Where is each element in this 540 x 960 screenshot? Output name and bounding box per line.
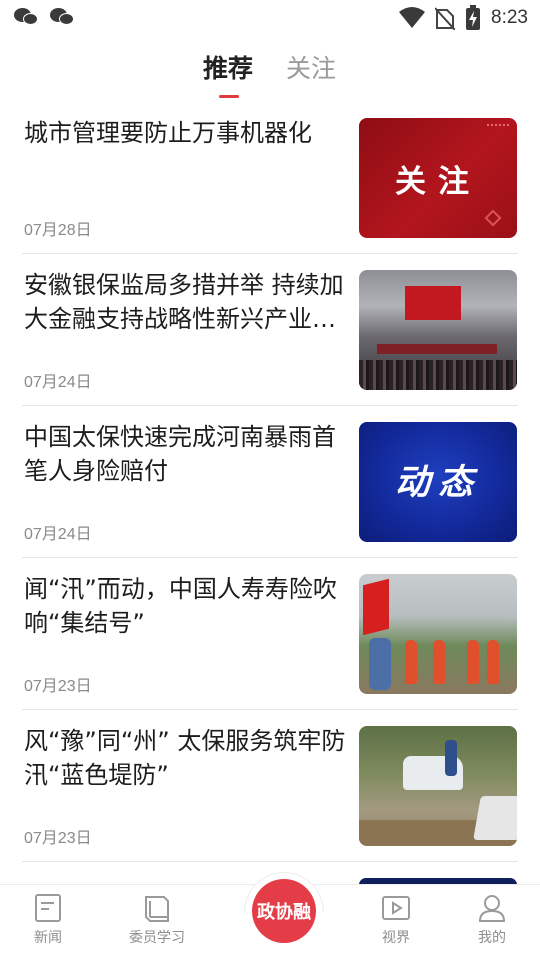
decoration [445,740,457,776]
nav-study[interactable]: 委员学习 [117,893,197,947]
article-title[interactable]: 中国太保快速完成河南暴雨首笔人身险赔付 [24,420,348,488]
list-item[interactable]: 闻“汛”而动，中国人寿寿险吹响“集结号” 07月23日 [0,558,540,710]
wifi-icon [399,7,426,28]
video-icon [382,896,410,920]
article-title[interactable]: 风“豫”同“州” 太保服务筑牢防汛“蓝色堤防” [24,724,348,792]
article-thumbnail[interactable] [359,726,517,846]
bottom-nav: 新闻 委员学习 政协融 视界 我的 [0,872,540,960]
status-bar: 8:23 [0,0,540,36]
notification-icons [14,6,76,28]
nav-news-label: 新闻 [34,930,62,946]
article-title[interactable]: 城市管理要防止万事机器化 [24,116,348,150]
nav-study-label: 委员学习 [129,930,185,946]
list-item[interactable]: 中国太保快速完成河南暴雨首笔人身险赔付 07月24日 动态 [0,406,540,558]
article-thumbnail[interactable] [359,270,517,390]
battery-charging-icon [466,5,481,30]
nav-news[interactable]: 新闻 [8,893,88,947]
article-date: 07月24日 [24,374,92,391]
decoration [487,640,499,684]
news-icon [35,894,61,922]
decoration [467,640,479,684]
list-item[interactable]: 风“豫”同“州” 太保服务筑牢防汛“蓝色堤防” 07月23日 [0,710,540,862]
article-thumbnail[interactable]: 动态 [359,422,517,542]
user-icon [478,895,506,922]
thumbnail-text: 动态 [394,463,481,503]
wechat-icon [50,6,76,28]
decoration [377,344,497,354]
decoration [359,360,517,390]
article-date: 07月28日 [24,222,92,239]
tab-following[interactable]: 关注 [286,50,336,88]
article-date: 07月23日 [24,678,92,695]
wechat-icon [14,6,40,28]
list-item[interactable]: 安徽银保监局多措并举 持续加大金融支持战略性新兴产业发展 07月24日 [0,254,540,406]
decoration [363,578,389,636]
decoration [369,638,391,690]
nav-mine-label: 我的 [478,930,506,946]
decoration [473,796,517,840]
book-icon [145,896,169,922]
article-title[interactable]: 闻“汛”而动，中国人寿寿险吹响“集结号” [24,572,348,640]
article-thumbnail[interactable] [359,574,517,694]
active-tab-indicator [219,95,239,98]
nav-mine[interactable]: 我的 [452,893,532,947]
decoration [405,286,461,320]
top-tab-bar: 推荐 关注 [0,50,540,100]
decoration [405,640,417,684]
nav-vision[interactable]: 视界 [356,893,436,947]
article-title[interactable]: 安徽银保监局多措并举 持续加大金融支持战略性新兴产业发展 [24,268,348,336]
tab-recommended[interactable]: 推荐 [203,50,253,88]
news-feed[interactable]: 城市管理要防止万事机器化 07月28日 关注 安徽银保监局多措并举 持续加大金融… [0,102,540,892]
thumbnail-text: 关注 [395,164,481,200]
no-sim-icon [435,7,456,30]
nav-vision-label: 视界 [382,930,410,946]
decoration [487,124,509,136]
article-thumbnail[interactable]: 关注 [359,118,517,238]
clock: 8:23 [491,7,528,28]
decoration [433,640,445,684]
system-icons: 8:23 [399,5,528,31]
list-item[interactable]: 城市管理要防止万事机器化 07月28日 关注 [0,102,540,254]
article-date: 07月24日 [24,526,92,543]
decoration [484,209,502,227]
center-action-button[interactable]: 政协融 [252,879,316,943]
article-date: 07月23日 [24,830,92,847]
